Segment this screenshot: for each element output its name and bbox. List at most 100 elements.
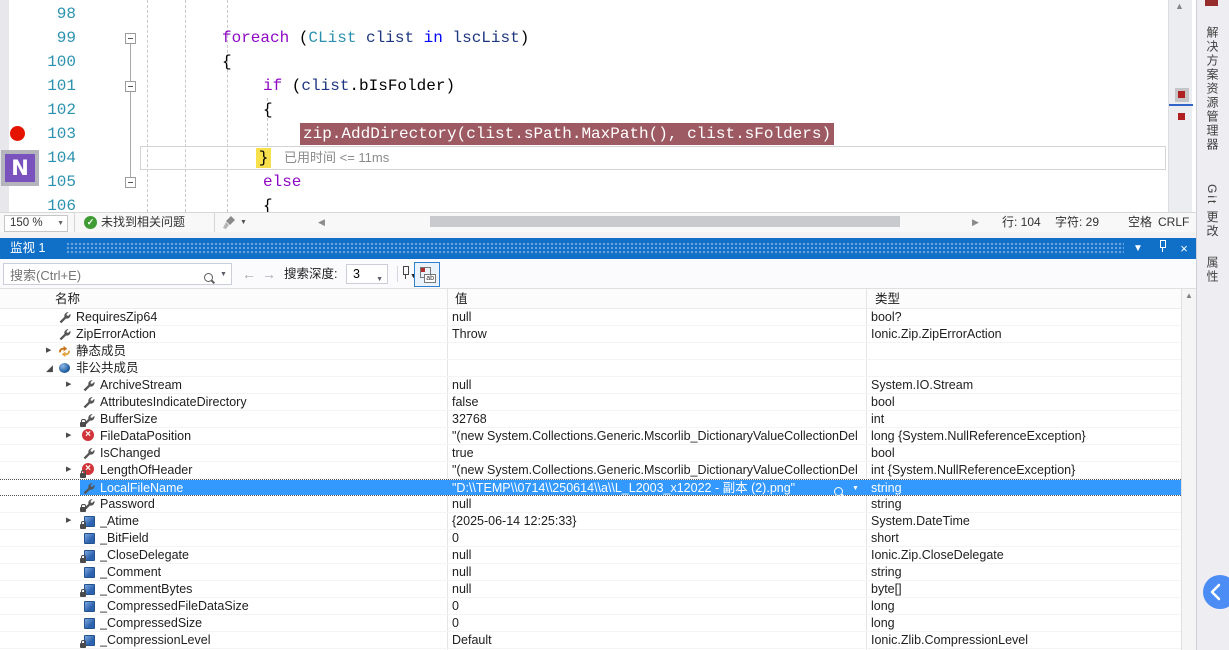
pin-icon[interactable] <box>1154 238 1170 259</box>
watch-row[interactable]: ▶×LengthOfHeader"(new System.Collections… <box>0 462 1181 479</box>
fold-collapse-button[interactable] <box>125 177 136 188</box>
code-line[interactable]: { <box>222 50 232 74</box>
watch-row[interactable]: ◢非公共成员 <box>0 360 1181 377</box>
overlay-n-app-icon[interactable]: N <box>1 150 39 186</box>
back-arrow-icon[interactable]: ← <box>242 263 256 285</box>
watch-variable-value[interactable]: null <box>452 547 862 563</box>
watch-variable-value[interactable]: Default <box>452 632 862 648</box>
watch-variable-type[interactable]: short <box>871 530 1177 546</box>
code-line[interactable]: { <box>263 194 273 212</box>
horizontal-scrollbar-thumb[interactable] <box>430 216 900 227</box>
watch-variable-name[interactable]: _CompressedFileDataSize <box>100 598 440 614</box>
watch-row[interactable]: LocalFileName"D:\\TEMP\\0714\\250614\\a\… <box>0 479 1181 496</box>
watch-row[interactable]: IsChanged true bool <box>0 445 1181 462</box>
watch-row[interactable]: ▶×FileDataPosition"(new System.Collectio… <box>0 428 1181 445</box>
watch-variable-value[interactable]: null <box>452 581 862 597</box>
watch-row[interactable]: ▶ArchiveStreamnullSystem.IO.Stream <box>0 377 1181 394</box>
expand-panel-button[interactable] <box>1203 575 1229 609</box>
forward-arrow-icon[interactable]: → <box>262 263 276 285</box>
watch-variable-type[interactable]: bool <box>871 394 1177 410</box>
watch-variable-name[interactable]: _CommentBytes <box>100 581 440 597</box>
watch-row[interactable]: _CloseDelegate null Ionic.Zip.CloseDelegat… <box>0 547 1181 564</box>
watch-variable-name[interactable]: _BitField <box>100 530 440 546</box>
watch-row[interactable]: _BitField 0 short <box>0 530 1181 547</box>
watch-variable-name[interactable]: _CloseDelegate <box>100 547 440 563</box>
expand-icon[interactable]: ▶ <box>66 377 71 393</box>
expand-icon[interactable]: ▶ <box>66 462 71 478</box>
watch-variable-value[interactable]: "(new System.Collections.Generic.Mscorli… <box>452 462 862 478</box>
watch-row[interactable]: AttributesIndicateDirectoryfalsebool <box>0 394 1181 411</box>
watch-variable-name[interactable]: LengthOfHeader <box>100 462 440 478</box>
watch-row[interactable]: _CommentBytesnullbyte[] <box>0 581 1181 598</box>
chevron-down-icon[interactable]: ▼ <box>220 271 227 278</box>
breakpoint-icon[interactable] <box>10 126 25 141</box>
search-input[interactable] <box>8 265 202 285</box>
window-position-icon[interactable]: ▼ <box>1130 238 1146 259</box>
watch-variable-name[interactable]: IsChanged <box>100 445 440 461</box>
watch-variable-value[interactable]: 32768 <box>452 411 862 427</box>
watch-row[interactable]: _CompressionLevel Default Ionic.Zlib.Compr… <box>0 632 1181 649</box>
watch-variable-name[interactable]: BufferSize <box>100 411 440 427</box>
watch-row[interactable]: RequiresZip64nullbool? <box>0 309 1181 326</box>
watch-variable-name[interactable]: _CompressionLevel <box>100 632 440 648</box>
watch-row[interactable]: _Comment null string <box>0 564 1181 581</box>
search-box[interactable]: ▼ <box>3 263 232 285</box>
column-header-type[interactable]: 类型 <box>875 291 900 308</box>
scroll-right-icon[interactable]: ▶ <box>972 213 979 232</box>
watch-variable-type[interactable]: bool? <box>871 309 1177 325</box>
code-cleanup-icon[interactable] <box>222 215 237 233</box>
watch-variable-value[interactable]: 0 <box>452 530 862 546</box>
code-editor[interactable]: 9899foreach (CList clist in lscList)100{… <box>0 0 1196 212</box>
expand-icon[interactable]: ▶ <box>46 343 51 359</box>
column-header-name[interactable]: 名称 <box>55 291 80 308</box>
scroll-left-icon[interactable]: ◀ <box>318 213 325 232</box>
watch-variable-type[interactable]: bool <box>871 445 1177 461</box>
sidebar-tab-properties[interactable]: 属性 <box>1204 256 1221 284</box>
watch-variable-name[interactable]: _Comment <box>100 564 440 580</box>
sidebar-tab-git-changes[interactable]: Git 更改 <box>1204 184 1221 239</box>
health-check-icon[interactable]: ✓ <box>84 216 97 229</box>
search-icon[interactable] <box>204 269 213 287</box>
watch-variable-name[interactable]: _CompressedSize <box>100 615 440 631</box>
watch-variable-value[interactable]: null <box>452 564 862 580</box>
watch-variable-name[interactable]: ZipErrorAction <box>76 326 440 342</box>
editor-vertical-scrollbar[interactable]: ▲ <box>1168 0 1192 212</box>
watch-variable-name[interactable]: FileDataPosition <box>100 428 440 444</box>
watch-variable-type[interactable]: string <box>871 564 1177 580</box>
watch-title-bar[interactable]: 监视 1 ▼ × <box>0 238 1196 259</box>
watch-variable-type[interactable]: Ionic.Zip.CloseDelegate <box>871 547 1177 563</box>
watch-variable-value[interactable]: true <box>452 445 862 461</box>
watch-variable-value[interactable]: 0 <box>452 598 862 614</box>
watch-variable-value[interactable]: {2025-06-14 12:25:33} <box>452 513 862 529</box>
watch-variable-type[interactable]: Ionic.Zlib.CompressionLevel <box>871 632 1177 648</box>
watch-variable-name[interactable]: RequiresZip64 <box>76 309 440 325</box>
column-header-value[interactable]: 值 <box>455 291 468 308</box>
watch-row[interactable]: Passwordnullstring <box>0 496 1181 513</box>
watch-variable-value[interactable]: Throw <box>452 326 862 342</box>
watch-vertical-scrollbar[interactable]: ▲ <box>1181 289 1196 650</box>
watch-variable-type[interactable]: string <box>871 480 1177 496</box>
watch-variable-type[interactable]: int {System.NullReferenceException} <box>871 462 1177 478</box>
watch-variable-type[interactable]: long <box>871 598 1177 614</box>
watch-variable-type[interactable]: int <box>871 411 1177 427</box>
status-line-number[interactable]: 行: 104 <box>1002 213 1041 232</box>
scroll-up-icon[interactable]: ▲ <box>1185 291 1193 300</box>
code-line[interactable]: foreach (CList clist in lscList) <box>222 26 529 50</box>
watch-variable-type[interactable]: System.IO.Stream <box>871 377 1177 393</box>
watch-row[interactable]: _CompressedFileDataSize 0 long <box>0 598 1181 615</box>
chevron-down-icon[interactable]: ▼ <box>240 213 247 232</box>
sidebar-tab-solution-explorer[interactable]: 解决方案资源管理器 <box>1204 26 1221 152</box>
status-char-number[interactable]: 字符: 29 <box>1055 213 1099 232</box>
format-toggle-button[interactable]: ab <box>414 262 440 287</box>
watch-variable-name[interactable]: LocalFileName <box>100 480 440 496</box>
watch-row[interactable]: _CompressedSize0long <box>0 615 1181 632</box>
watch-grid-header[interactable]: 名称 值 类型 <box>0 289 1181 309</box>
watch-variable-name[interactable]: AttributesIndicateDirectory <box>100 394 440 410</box>
pin-properties-button[interactable]: ▼ <box>401 266 410 285</box>
search-depth-select[interactable]: 3 ▼ <box>346 264 388 284</box>
code-line[interactable]: if (clist.bIsFolder) <box>263 74 455 98</box>
watch-variable-name[interactable]: _Atime <box>100 513 440 529</box>
expand-icon[interactable]: ▶ <box>66 428 71 444</box>
watch-variable-value[interactable]: null <box>452 496 862 512</box>
watch-variable-type[interactable]: Ionic.Zip.ZipErrorAction <box>871 326 1177 342</box>
